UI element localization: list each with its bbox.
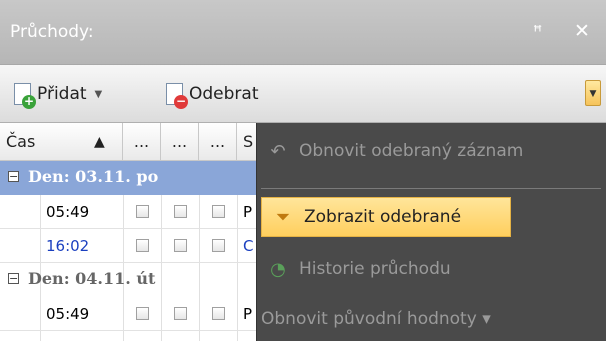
group-label: Den: 03.11. po [28,167,159,186]
checkbox[interactable] [174,307,187,320]
toolbar-overflow-button[interactable]: ▼ [585,80,601,106]
menu-separator [261,188,601,189]
collapse-icon[interactable]: − [8,273,19,284]
menu-item-restore-removed[interactable]: ↶ Obnovit odebraný záznam [257,131,606,171]
menu-item-restore-original[interactable]: Obnovit původní hodnoty ▾ [251,299,601,339]
close-icon[interactable]: ✕ [574,20,590,42]
checkbox[interactable] [212,307,225,320]
sort-ascending-icon: ▲ [94,134,105,150]
remove-document-icon: − [166,83,188,109]
remove-button[interactable]: − Odebrat [166,79,259,109]
panel-titlebar: Průchody: ꟸ ✕ [0,0,606,65]
toolbar: + Přidat ▼ − Odebrat [0,65,606,123]
menu-item-show-removed[interactable]: ⏷ Zobrazit odebrané [261,197,511,237]
add-button[interactable]: + Přidat ▼ [14,79,102,109]
cell: C [243,237,254,255]
collapse-icon[interactable]: − [8,171,19,182]
time-cell: 05:49 [46,203,90,221]
time-cell: 05:49 [46,305,90,323]
column-header[interactable]: ... [161,123,199,161]
undo-icon: ↶ [270,140,286,162]
column-header-time[interactable]: Čas ▲ [0,123,123,161]
add-button-label: Přidat [37,84,87,104]
checkbox[interactable] [136,239,149,252]
context-menu: ↶ Obnovit odebraný záznam ⏷ Zobrazit ode… [256,123,606,341]
checkbox[interactable] [136,205,149,218]
group-label: Den: 04.11. út [28,269,156,288]
menu-item-history[interactable]: ◔ Historie průchodu [257,249,606,289]
checkbox[interactable] [136,307,149,320]
cell: P [243,203,253,221]
add-document-icon: + [14,83,36,109]
checkbox[interactable] [212,239,225,252]
chevron-down-icon[interactable]: ▼ [95,89,103,100]
remove-button-label: Odebrat [189,84,259,104]
checkbox[interactable] [212,205,225,218]
checkbox[interactable] [174,205,187,218]
column-header[interactable]: ... [123,123,161,161]
time-cell: 16:02 [46,237,90,255]
column-header[interactable]: ... [199,123,237,161]
filter-icon: ⏷ [275,206,291,228]
panel-title: Průchody: [10,22,94,42]
pin-icon[interactable]: ꟸ [533,22,542,41]
history-icon: ◔ [270,258,286,280]
checkbox[interactable] [174,239,187,252]
column-header[interactable]: S [237,123,257,161]
